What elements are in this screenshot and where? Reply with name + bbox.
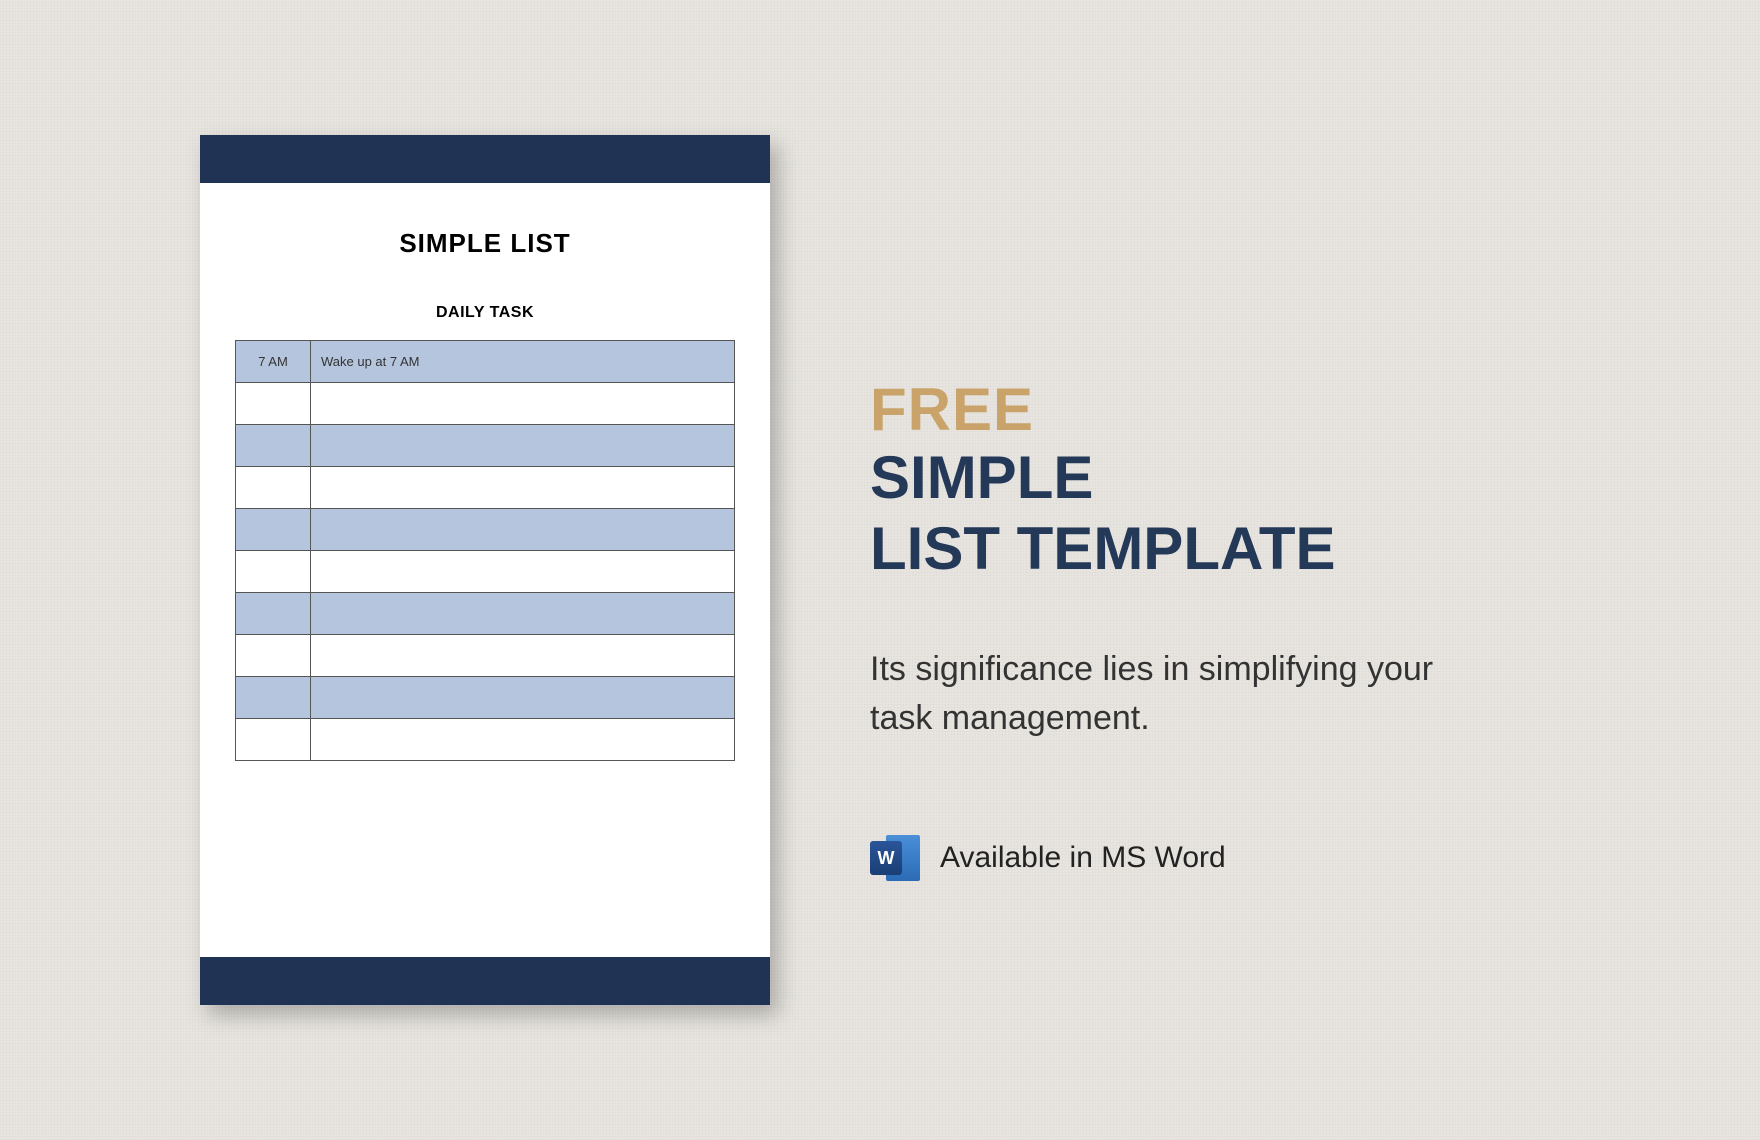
time-cell	[236, 383, 311, 425]
task-cell	[311, 719, 735, 761]
word-icon-letter: W	[870, 841, 902, 875]
document-bottom-bar	[200, 957, 770, 1005]
ms-word-icon: W	[870, 833, 920, 883]
promo-description: Its significance lies in simplifying you…	[870, 645, 1490, 744]
table-row	[236, 719, 735, 761]
document-subtitle: DAILY TASK	[235, 304, 735, 322]
promo-panel: FREE SIMPLE LIST TEMPLATE Its significan…	[870, 257, 1700, 883]
document-preview: SIMPLE LIST DAILY TASK 7 AMWake up at 7 …	[200, 135, 770, 1005]
task-cell	[311, 677, 735, 719]
table-row	[236, 425, 735, 467]
table-row	[236, 467, 735, 509]
time-cell	[236, 509, 311, 551]
table-row	[236, 383, 735, 425]
document-top-bar	[200, 135, 770, 183]
task-table: 7 AMWake up at 7 AM	[235, 340, 735, 761]
time-cell	[236, 677, 311, 719]
table-row	[236, 509, 735, 551]
task-cell	[311, 425, 735, 467]
document-content: SIMPLE LIST DAILY TASK 7 AMWake up at 7 …	[200, 183, 770, 957]
time-cell: 7 AM	[236, 341, 311, 383]
headline-line-1: SIMPLE	[870, 443, 1700, 514]
availability-text: Available in MS Word	[940, 841, 1226, 875]
task-cell	[311, 383, 735, 425]
table-row	[236, 635, 735, 677]
badge-free: FREE	[870, 377, 1700, 443]
task-cell	[311, 593, 735, 635]
task-cell	[311, 635, 735, 677]
table-row	[236, 551, 735, 593]
table-row	[236, 677, 735, 719]
time-cell	[236, 551, 311, 593]
document-title: SIMPLE LIST	[235, 228, 735, 259]
task-cell	[311, 467, 735, 509]
time-cell	[236, 593, 311, 635]
headline-line-2: LIST TEMPLATE	[870, 514, 1700, 585]
table-row: 7 AMWake up at 7 AM	[236, 341, 735, 383]
task-cell	[311, 509, 735, 551]
task-cell: Wake up at 7 AM	[311, 341, 735, 383]
time-cell	[236, 635, 311, 677]
time-cell	[236, 425, 311, 467]
task-cell	[311, 551, 735, 593]
time-cell	[236, 467, 311, 509]
time-cell	[236, 719, 311, 761]
availability-row: W Available in MS Word	[870, 833, 1700, 883]
table-row	[236, 593, 735, 635]
